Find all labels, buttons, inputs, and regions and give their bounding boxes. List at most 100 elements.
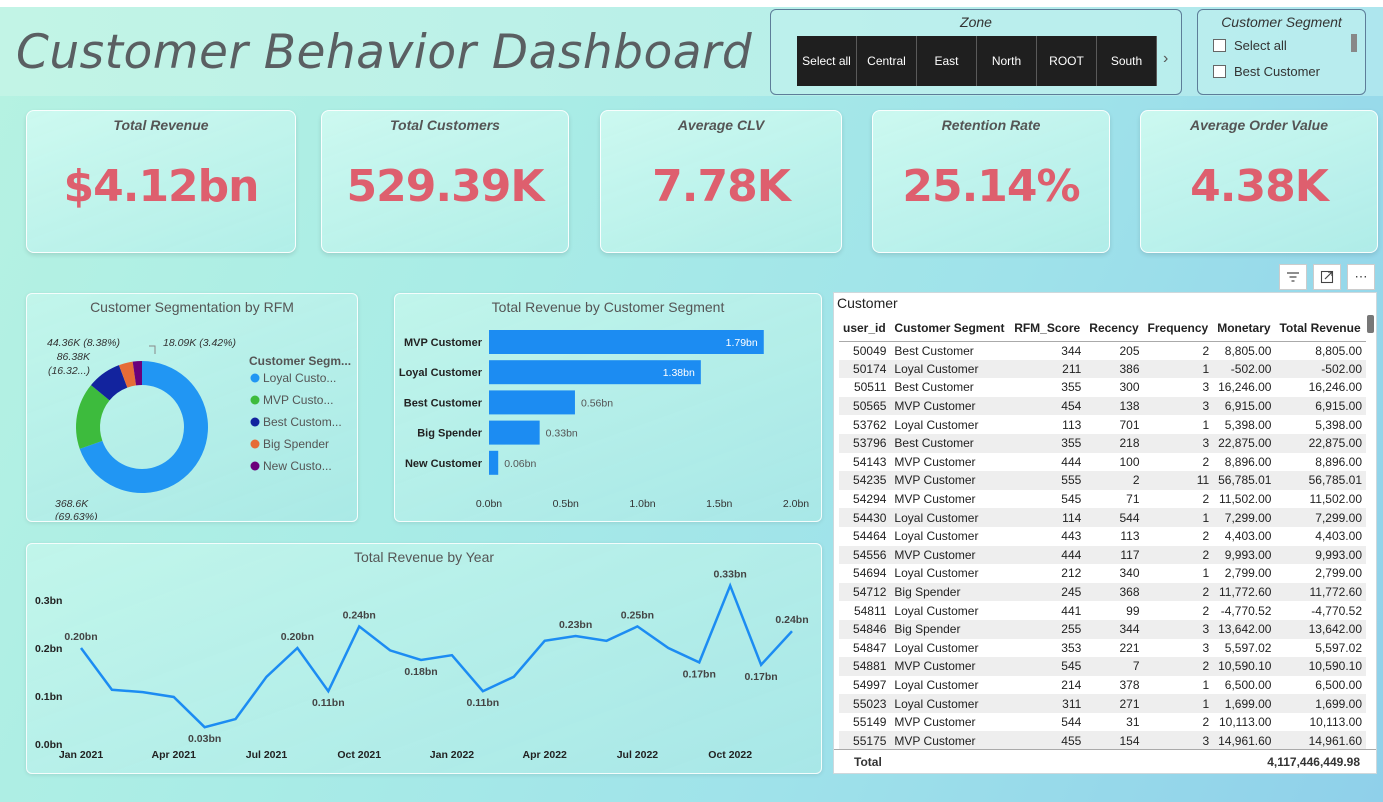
zone-option-north[interactable]: North — [977, 36, 1037, 86]
legend-label[interactable]: Best Custom... — [263, 415, 342, 429]
filter-icon[interactable] — [1279, 264, 1307, 290]
column-header[interactable]: Customer Segment — [890, 315, 1011, 342]
legend-label[interactable]: Big Spender — [263, 437, 329, 451]
table-cell: 271 — [1085, 694, 1144, 713]
table-row[interactable]: 54235 MVP Customer 555 2 11 56,785.01 56,785.0… — [839, 471, 1366, 490]
table-row[interactable]: 54997 Loyal Customer 214 378 1 6,500.00 6,500.… — [839, 676, 1366, 695]
table-scrollbar[interactable] — [1367, 315, 1374, 333]
column-header[interactable]: RFM_Score — [1010, 315, 1086, 342]
line-chart-title: Total Revenue by Year — [353, 549, 495, 565]
zone-options: Select all Central East North ROOT South — [797, 36, 1157, 86]
column-header[interactable]: user_id — [839, 315, 891, 342]
table-row[interactable]: 50049 Best Customer 344 205 2 8,805.00 8,805.0… — [839, 341, 1366, 360]
table-row[interactable]: 53762 Loyal Customer 113 701 1 5,398.00 5,398.… — [839, 415, 1366, 434]
slicer-scrollbar[interactable] — [1351, 34, 1357, 52]
table-row[interactable]: 50565 MVP Customer 454 138 3 6,915.00 6,915.00 — [839, 396, 1366, 416]
table-row[interactable]: 54846 Big Spender 255 344 3 13,642.00 13,642.0… — [839, 619, 1366, 639]
table-cell: 11,772.60 — [1213, 582, 1276, 602]
zone-option-root[interactable]: ROOT — [1037, 36, 1097, 86]
table-cell: 16,246.00 — [1308, 380, 1362, 395]
table-cell: 8,805.00 — [1315, 343, 1362, 358]
table-cell: 54294 — [853, 492, 887, 507]
table-cell: 2 — [1202, 492, 1210, 507]
more-options-icon[interactable]: ⋯ — [1347, 264, 1375, 290]
legend-title: Customer Segm... — [249, 354, 351, 368]
column-header[interactable]: Recency — [1085, 315, 1144, 342]
table-row[interactable]: 55023 Loyal Customer 311 271 1 1,699.00 1,699.… — [839, 694, 1366, 713]
segment-option-best-customer[interactable]: Best Customer — [1213, 58, 1365, 84]
table-row[interactable]: 50511 Best Customer 355 300 3 16,246.00 16,246… — [839, 378, 1366, 397]
table-row[interactable]: 54694 Loyal Customer 212 340 1 2,799.00 2,799.… — [839, 564, 1366, 583]
table-row[interactable]: 55175 MVP Customer 455 154 3 14,961.60 14,961.… — [839, 731, 1366, 751]
table-cell: 55175 — [839, 731, 891, 751]
table-row[interactable]: 54811 Loyal Customer 441 99 2 -4,770.52 -4,770… — [839, 601, 1366, 620]
table-cell: 386 — [1085, 359, 1144, 379]
table-cell: 99 — [1126, 603, 1140, 618]
zone-option-central[interactable]: Central — [857, 36, 917, 86]
table-cell: 6,500.00 — [1315, 677, 1362, 692]
segment-option-select-all[interactable]: Select all — [1213, 32, 1365, 58]
x-tick-label: 1.0bn — [629, 498, 655, 510]
y-tick-label: 0.2bn — [35, 643, 62, 655]
zone-option-south[interactable]: South — [1097, 36, 1157, 86]
table-row[interactable]: 54464 Loyal Customer 443 113 2 4,403.00 4,403.… — [839, 527, 1366, 546]
checkbox-icon[interactable] — [1213, 64, 1226, 78]
table-cell: 54811 — [853, 603, 887, 618]
bar[interactable] — [489, 390, 575, 415]
table-cell: 50565 — [839, 396, 891, 416]
table-cell: MVP Customer — [894, 492, 976, 507]
table-row[interactable]: 55149 MVP Customer 544 31 2 10,113.00 10,113.0… — [839, 713, 1366, 732]
bar[interactable] — [489, 420, 540, 445]
table-row[interactable]: 54430 Loyal Customer 114 544 1 7,299.00 7,299.… — [839, 508, 1366, 527]
zone-option-select-all[interactable]: Select all — [797, 36, 857, 86]
column-header[interactable]: Total Revenue — [1275, 315, 1366, 342]
bar-value-label: 0.33bn — [546, 428, 578, 440]
legend-label[interactable]: Loyal Custo... — [263, 371, 336, 385]
table-cell: 54881 — [839, 657, 891, 676]
table-row[interactable]: 54712 Big Spender 245 368 2 11,772.60 11,772.6… — [839, 582, 1366, 602]
table-cell: 7 — [1085, 657, 1144, 676]
zone-slicer-title: Zone — [960, 14, 992, 30]
point-label: 0.18bn — [404, 666, 437, 678]
table-header-row: user_id Customer Segment RFM_Score Recency F… — [839, 315, 1366, 342]
table-row[interactable]: 54294 MVP Customer 545 71 2 11,502.00 11,502.0… — [839, 490, 1366, 509]
table-cell: 13,642.00 — [1213, 619, 1276, 639]
table-cell: 455 — [1010, 731, 1086, 751]
table-row[interactable]: 53796 Best Customer 355 218 3 22,875.00 22,875… — [839, 433, 1366, 453]
chevron-right-icon[interactable]: › — [1163, 50, 1168, 68]
table-cell: Best Customer — [894, 343, 974, 358]
table-cell: Loyal Customer — [890, 359, 1011, 379]
point-label: 0.17bn — [683, 668, 716, 680]
column-header[interactable]: Frequency — [1143, 315, 1214, 342]
table-cell: 544 — [1085, 508, 1144, 527]
table-cell: Big Spender — [890, 619, 1011, 639]
table-row[interactable]: 54143 MVP Customer 444 100 2 8,896.00 8,896.00 — [839, 453, 1366, 472]
column-header[interactable]: Monetary — [1213, 315, 1276, 342]
table-row[interactable]: 54881 MVP Customer 545 7 2 10,590.10 10,590.10 — [839, 657, 1366, 676]
checkbox-icon[interactable] — [1213, 38, 1226, 52]
table-cell: 113 — [1062, 417, 1082, 432]
table-cell: 454 — [1010, 396, 1086, 416]
legend-label[interactable]: New Custo... — [263, 459, 332, 473]
table-cell: 50049 — [853, 343, 887, 358]
focus-mode-icon[interactable] — [1313, 264, 1341, 290]
bar[interactable] — [489, 450, 499, 475]
point-label: 0.24bn — [343, 609, 376, 621]
zone-option-east[interactable]: East — [917, 36, 977, 86]
table-cell: 1 — [1202, 677, 1210, 692]
table-cell: 221 — [1119, 640, 1140, 655]
point-label: 0.11bn — [467, 697, 500, 709]
table-cell: 2 — [1143, 657, 1214, 676]
legend-label[interactable]: MVP Custo... — [263, 393, 333, 407]
bar-value-label: 0.06bn — [504, 458, 536, 470]
table-row[interactable]: 50174 Loyal Customer 211 386 1 -502.00 -502.00 — [839, 359, 1366, 379]
point-label: 0.20bn — [64, 631, 97, 643]
table-cell: 4,403.00 — [1315, 529, 1362, 544]
bar-category-label: Best Customer — [404, 397, 483, 409]
table-row[interactable]: 54556 MVP Customer 444 117 2 9,993.00 9,993.00 — [839, 545, 1366, 565]
point-label: 0.17bn — [744, 671, 777, 683]
table-cell: MVP Customer — [894, 454, 976, 469]
bar[interactable] — [489, 330, 764, 354]
table-cell: 378 — [1119, 677, 1140, 692]
table-row[interactable]: 54847 Loyal Customer 353 221 3 5,597.02 5,597.… — [839, 639, 1366, 658]
